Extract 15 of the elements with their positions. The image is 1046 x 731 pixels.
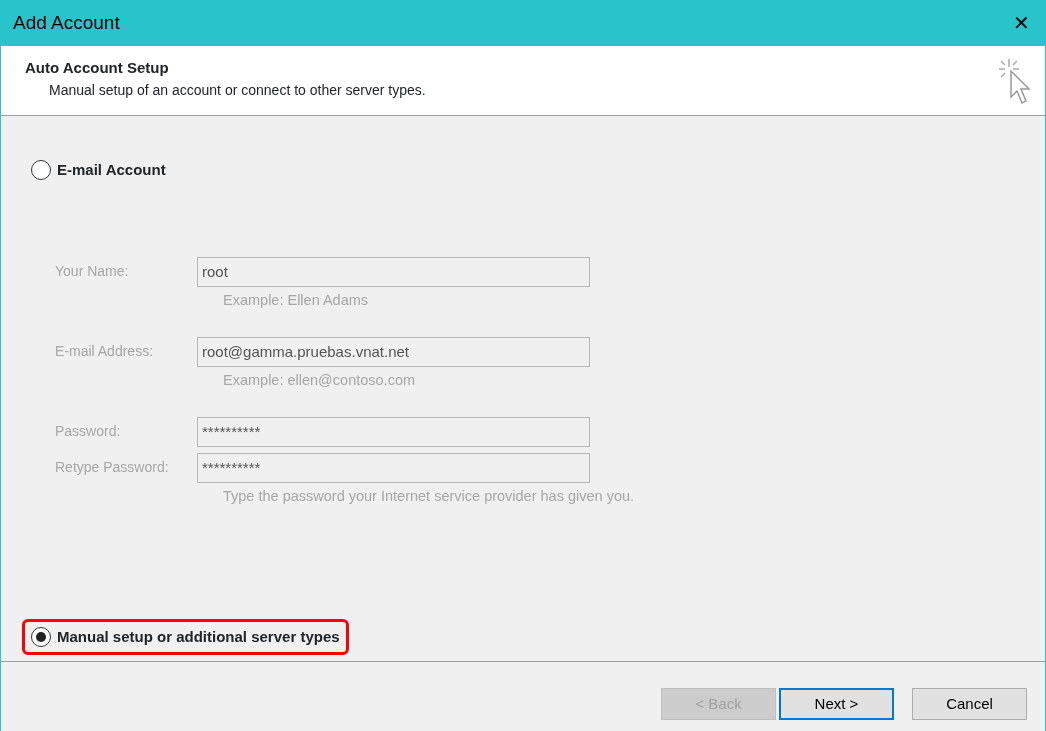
window-title: Add Account (13, 10, 120, 35)
dialog-button[interactable]: Next > (779, 688, 894, 720)
field-label: E-mail Address: (55, 342, 155, 361)
radio-option[interactable]: E-mail Account (22, 152, 175, 189)
close-button[interactable]: ✕ (1009, 13, 1034, 33)
field-label: Retype Password: (55, 458, 170, 477)
radio-option[interactable]: Manual setup or additional server types (22, 618, 349, 655)
hint-text: Type the password your Internet service provider has given you. (223, 486, 636, 506)
field-label: Password: (55, 422, 122, 441)
header-subtitle: Manual setup of an account or connect to other server types. (48, 80, 426, 100)
header-title: Auto Account Setup (25, 58, 170, 78)
field-label: Your Name: (55, 262, 130, 281)
hint-text: Example: Ellen Adams (223, 290, 370, 310)
hint-text: Example: ellen@contoso.com (223, 370, 417, 390)
dialog-button[interactable]: Cancel (912, 688, 1027, 720)
